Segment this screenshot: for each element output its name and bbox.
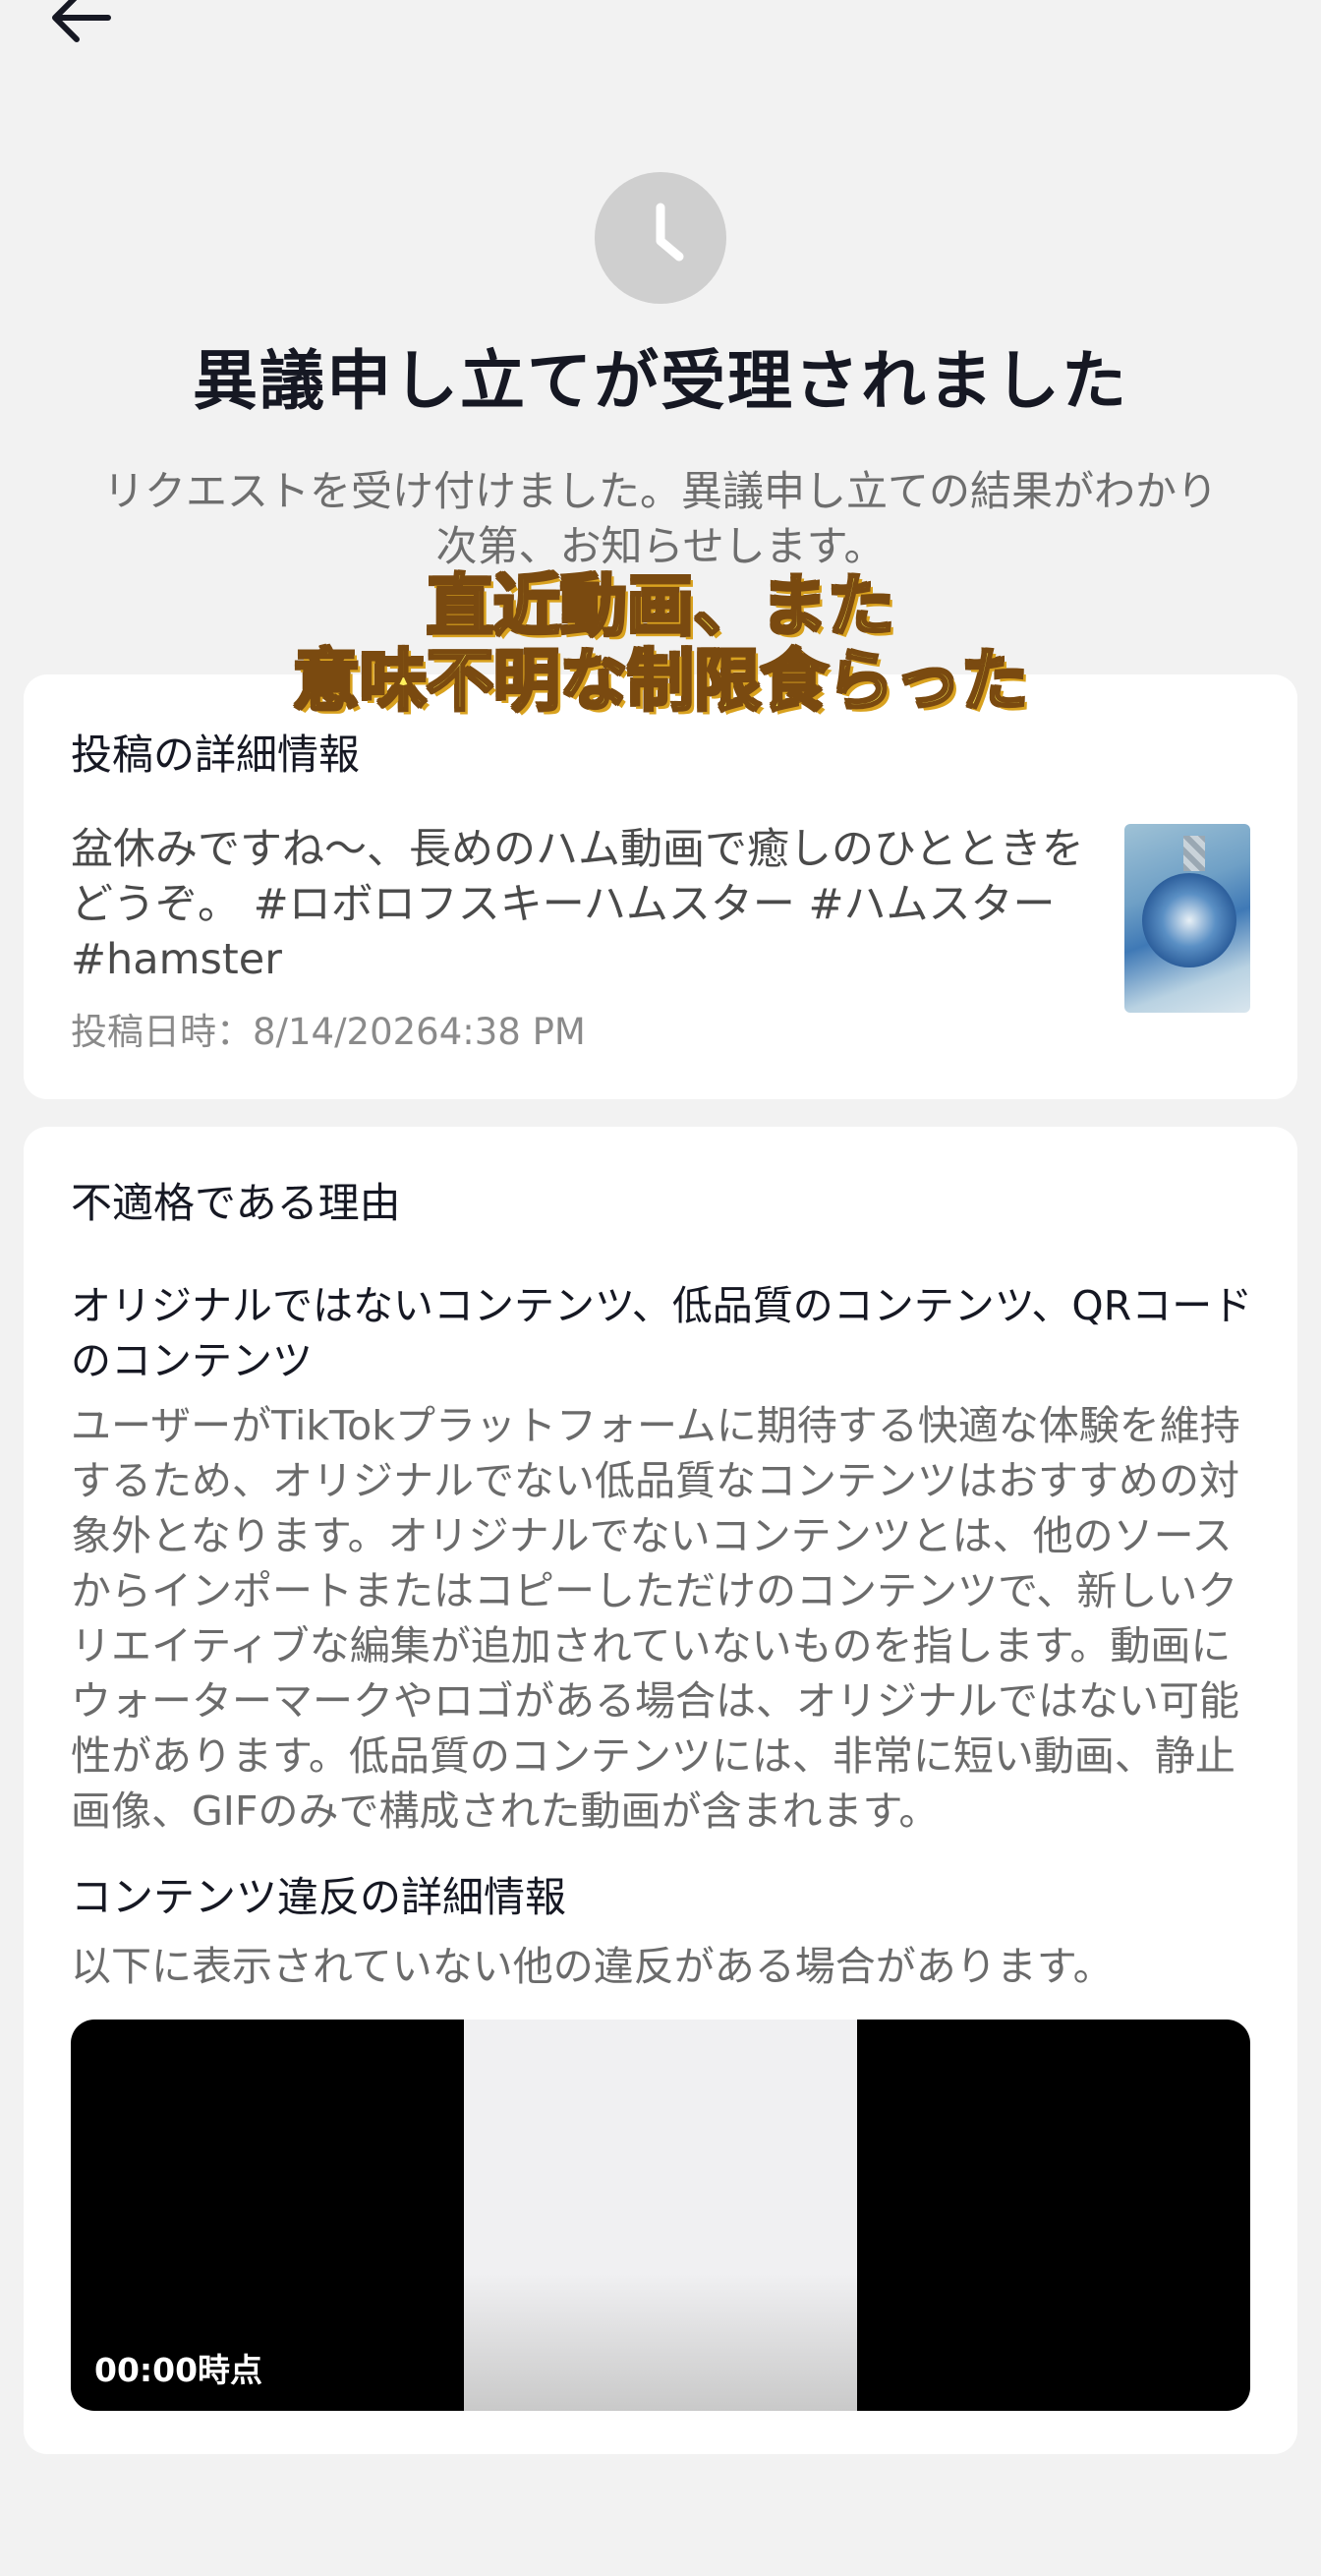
reason-description: ユーザーがTikTokプラットフォームに期待する快適な体験を維持するため、オリジ… (71, 1402, 1240, 1835)
ineligibility-reason-card: 不適格である理由 オリジナルではないコンテンツ、低品質のコンテンツ、QRコードの… (24, 1127, 1297, 2454)
video-timestamp: 00:00時点 (94, 2351, 263, 2389)
post-description: 盆休みですね〜、長めのハム動画で癒しのひとときをどうぞ。 #ロボロフスキーハムス… (71, 825, 1084, 984)
status-message: リクエストを受け付けました。異議申し立ての結果がわかり次第、お知らせします。 (102, 467, 1218, 570)
post-details-card: 投稿の詳細情報 盆休みですね〜、長めのハム動画で癒しのひとときをどうぞ。 #ロボ… (24, 674, 1297, 1099)
post-details-heading: 投稿の詳細情報 (71, 731, 361, 779)
blurred-region (1183, 836, 1205, 871)
back-button[interactable] (47, 0, 118, 47)
hamster-wheel-image (1142, 873, 1236, 967)
video-frame (464, 2020, 857, 2411)
clock-icon (595, 172, 726, 304)
arrow-left-icon (52, 0, 111, 42)
violation-details-heading: コンテンツ違反の詳細情報 (71, 1873, 567, 1921)
page-title: 異議申し立てが受理されました (193, 343, 1128, 419)
violation-note: 以下に表示されていない他の違反がある場合があります。 (71, 1943, 1114, 1990)
post-date: 投稿日時：8/14/20264:38 PM (71, 1011, 586, 1053)
overlay-caption-line1: 直近動画、また (425, 568, 895, 646)
post-thumbnail[interactable] (1124, 824, 1250, 1013)
violation-video-preview[interactable]: 00:00時点 (71, 2020, 1250, 2411)
reason-heading: 不適格である理由 (71, 1179, 401, 1227)
reason-category: オリジナルではないコンテンツ、低品質のコンテンツ、QRコードのコンテンツ (71, 1282, 1253, 1384)
